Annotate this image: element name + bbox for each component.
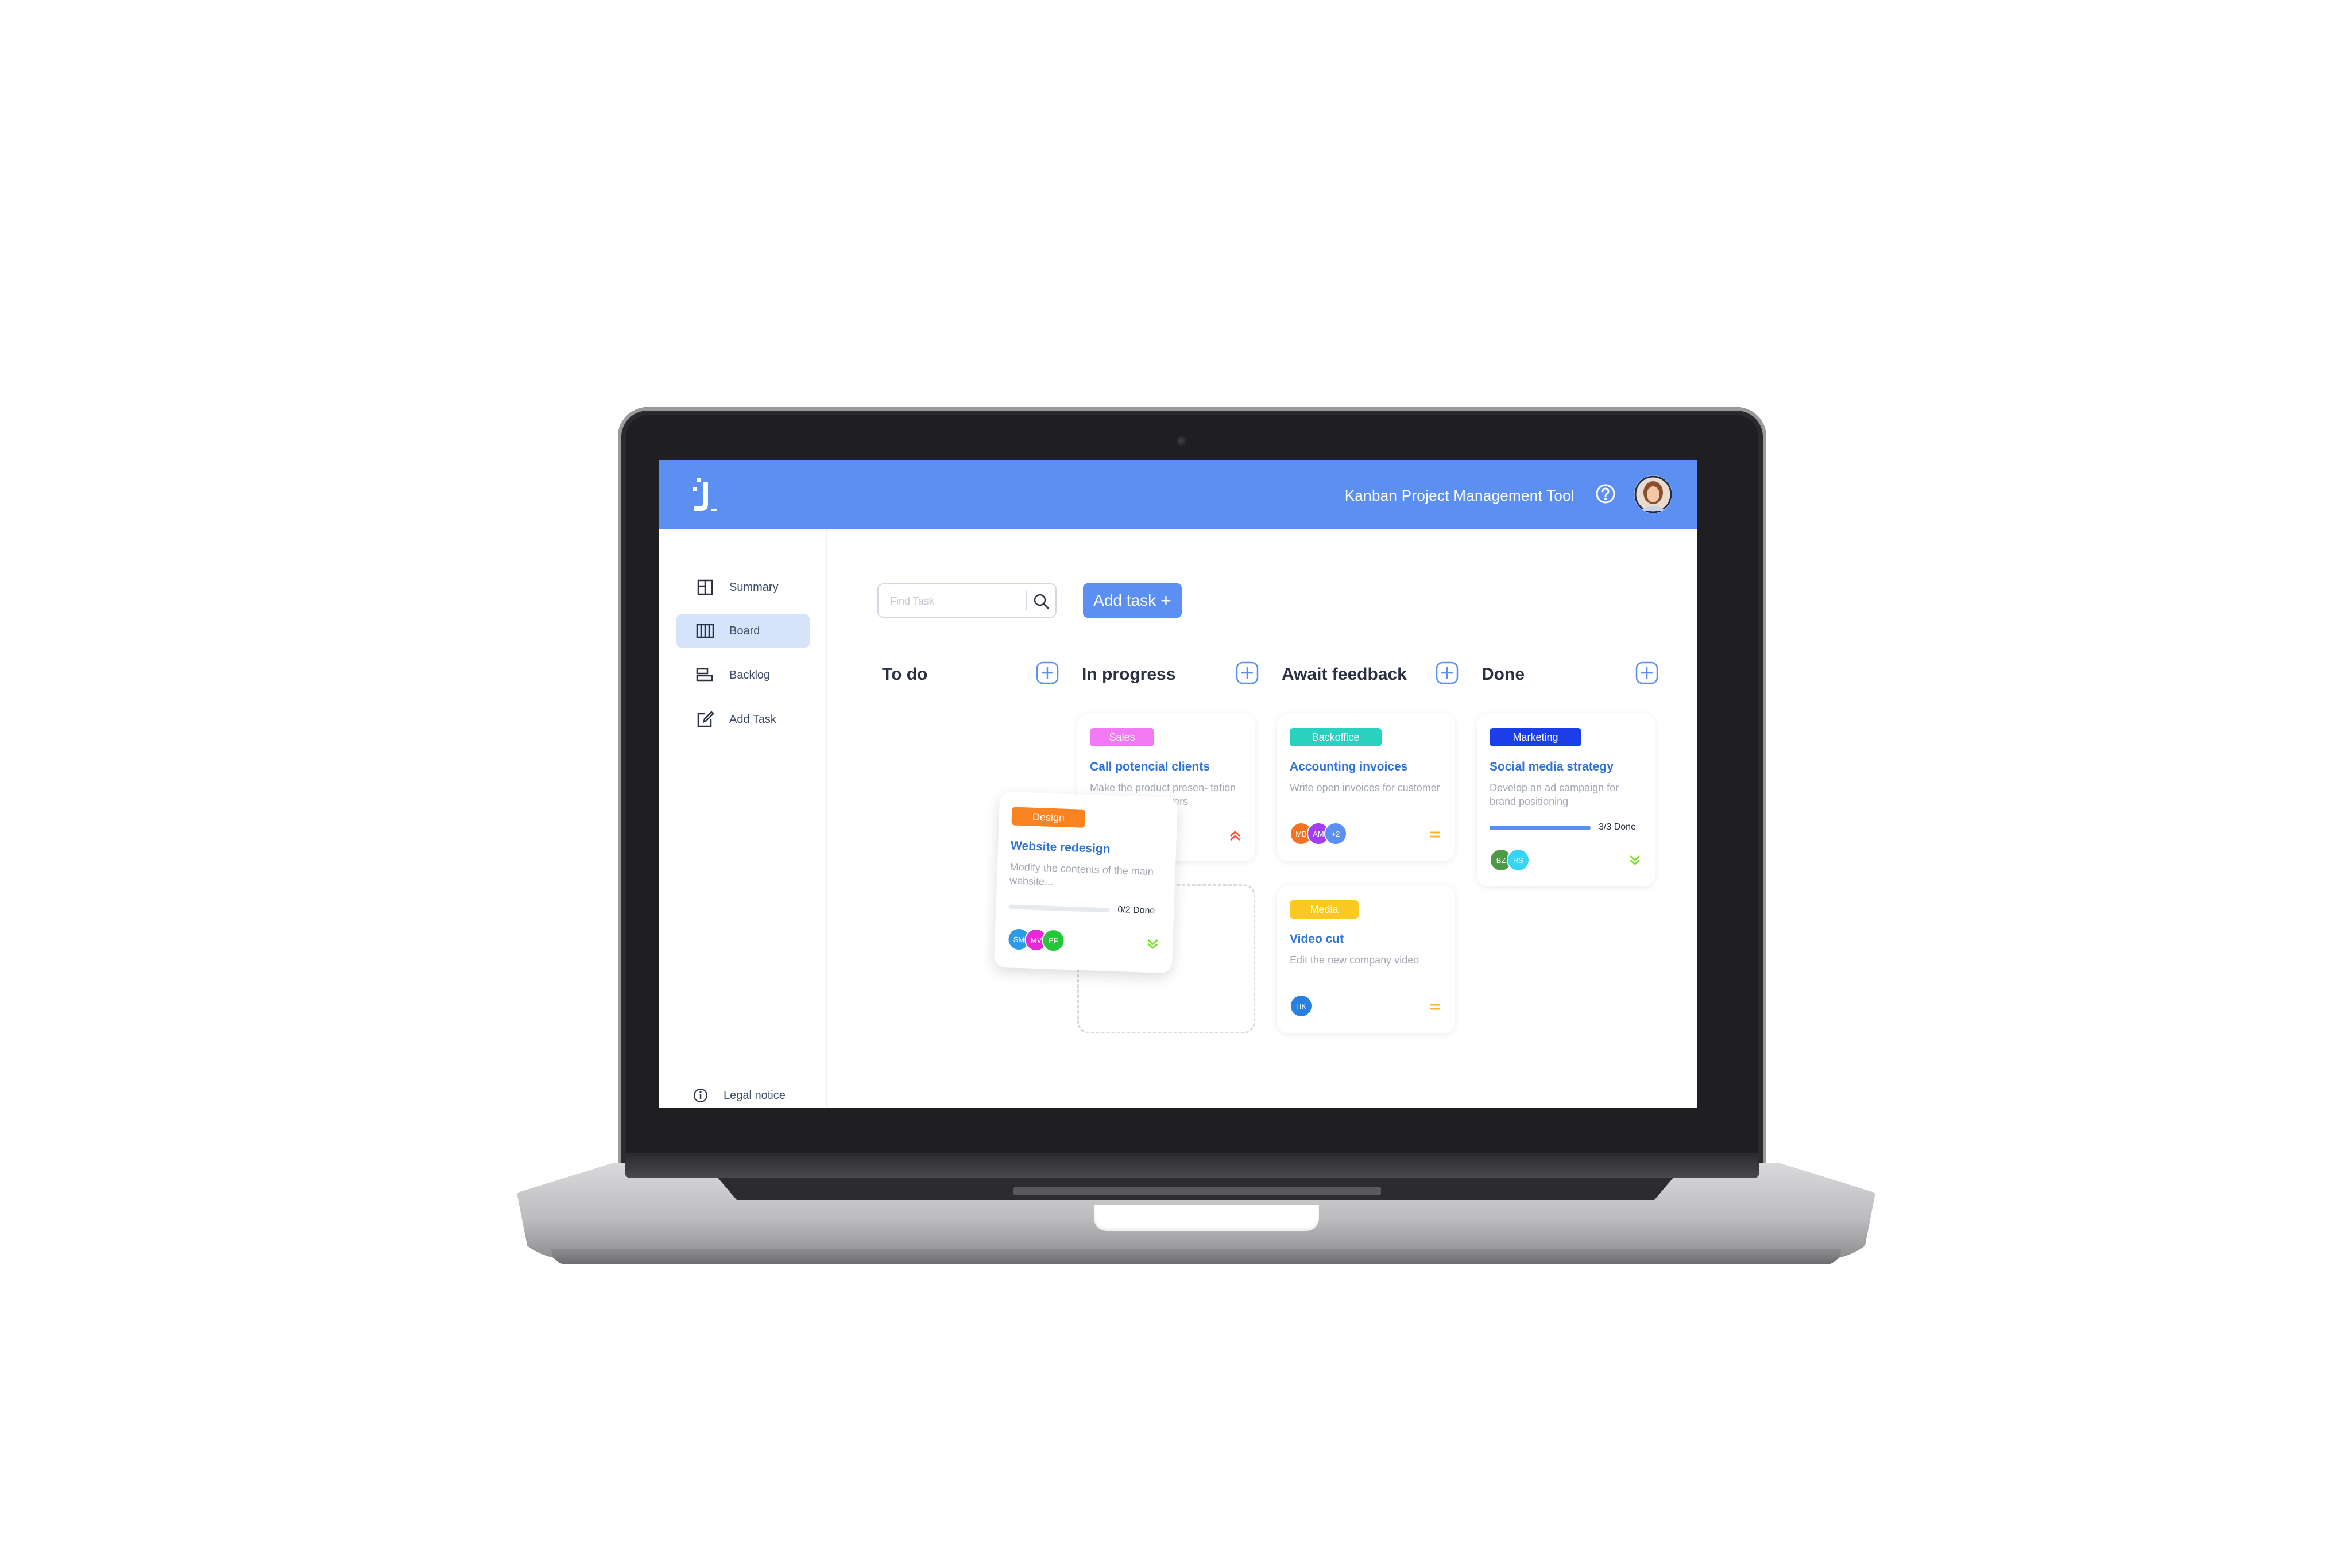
backlog-icon <box>695 665 715 686</box>
category-tag: Media <box>1290 900 1359 919</box>
help-icon[interactable] <box>1595 483 1616 504</box>
legal-notice-label: Legal notice <box>724 1089 786 1102</box>
progress-fill <box>1490 826 1591 830</box>
assignee-avatar: EF <box>1041 928 1066 953</box>
app-screen: Kanban Project Management Tool Summary B… <box>659 460 1697 1108</box>
column-title-todo: To do <box>882 665 928 684</box>
priority-low-icon <box>1630 855 1640 865</box>
laptop-keyboard-slot <box>1013 1187 1381 1195</box>
add-to-column-icon[interactable] <box>1236 661 1259 684</box>
task-title: Website redesign <box>1010 839 1111 856</box>
assignee-avatar-more: +2 <box>1324 822 1347 845</box>
add-to-column-icon[interactable] <box>1036 661 1059 684</box>
category-tag: Design <box>1011 807 1086 828</box>
sidebar-item-summary[interactable]: Summary <box>676 571 810 604</box>
user-avatar[interactable] <box>1634 475 1672 513</box>
assignee-avatars: MB AM +2 <box>1290 822 1347 845</box>
laptop-base-lip <box>551 1249 1841 1264</box>
priority-low-icon <box>1147 939 1158 950</box>
app-title: Kanban Project Management Tool <box>1344 487 1575 504</box>
task-description: Write open invoices for customer <box>1290 782 1440 793</box>
subtask-progress-label: 3/3 Done <box>1599 822 1636 832</box>
info-icon <box>694 1089 707 1102</box>
task-title: Social media strategy <box>1490 760 1614 773</box>
column-title-done: Done <box>1481 665 1525 684</box>
search-icon[interactable] <box>1031 591 1051 611</box>
task-description: Edit the new company video <box>1290 954 1419 966</box>
task-description: Develop an ad campaign for brand positio… <box>1490 782 1619 807</box>
task-title: Call potencial clients <box>1090 760 1210 773</box>
plus-icon: + <box>1160 590 1171 611</box>
column-title-await-feedback: Await feedback <box>1282 665 1407 684</box>
subtask-progress-bar <box>1008 904 1110 913</box>
laptop-notch <box>1094 1205 1319 1231</box>
app-header: Kanban Project Management Tool <box>659 460 1697 529</box>
sidebar-item-add-task[interactable]: Add Task <box>676 703 810 736</box>
board-icon <box>695 621 715 641</box>
category-tag: Sales <box>1090 728 1154 746</box>
sidebar-item-label: Summary <box>729 580 779 594</box>
sidebar-item-label: Board <box>729 624 760 637</box>
task-card[interactable]: Media Video cut Edit the new company vid… <box>1277 885 1455 1033</box>
priority-medium-icon <box>1430 1004 1440 1010</box>
summary-icon <box>695 577 715 598</box>
assignee-avatar: RS <box>1507 849 1530 872</box>
column-title-in-progress: In progress <box>1082 665 1176 684</box>
add-task-button-label: Add task <box>1093 591 1156 609</box>
camera <box>1177 436 1186 446</box>
search-box <box>877 583 1057 618</box>
sidebar-item-board[interactable]: Board <box>676 614 810 648</box>
task-card[interactable]: Backoffice Accounting invoices Write ope… <box>1277 713 1455 861</box>
add-to-column-icon[interactable] <box>1436 661 1459 684</box>
category-tag: Backoffice <box>1290 728 1382 746</box>
sidebar-item-label: Backlog <box>729 668 771 682</box>
sidebar-item-label: Add Task <box>729 713 776 726</box>
task-title: Video cut <box>1290 932 1344 946</box>
sidebar-item-backlog[interactable]: Backlog <box>676 659 810 692</box>
assignee-avatars: BZ RS <box>1490 849 1530 872</box>
sidebar: Summary Board Backlog Add Task Legal not… <box>659 529 827 1108</box>
task-card[interactable]: Marketing Social media strategy Develop … <box>1477 713 1655 886</box>
subtask-progress-bar <box>1490 826 1591 830</box>
priority-medium-icon <box>1430 831 1440 838</box>
assignee-avatars: HK <box>1290 994 1313 1017</box>
add-task-button[interactable]: Add task + <box>1083 583 1182 618</box>
subtask-progress-label: 0/2 Done <box>1117 904 1155 916</box>
task-description: Modify the contents of the main website.… <box>1009 861 1154 888</box>
legal-notice-link[interactable]: Legal notice <box>693 1087 786 1104</box>
search-input[interactable] <box>889 591 1018 611</box>
search-divider <box>1026 591 1027 610</box>
add-to-column-icon[interactable] <box>1635 661 1658 684</box>
task-card-dragging[interactable]: Design Website redesign Modify the conte… <box>993 791 1178 974</box>
category-tag: Marketing <box>1490 728 1581 746</box>
assignee-avatars: SM MV EF <box>1007 927 1066 953</box>
task-title: Accounting invoices <box>1290 760 1408 773</box>
priority-urgent-icon <box>1230 831 1240 841</box>
add-task-icon <box>695 709 715 730</box>
laptop-hinge <box>625 1153 1759 1178</box>
join-logo-icon[interactable] <box>687 477 721 516</box>
assignee-avatar: HK <box>1290 994 1313 1017</box>
